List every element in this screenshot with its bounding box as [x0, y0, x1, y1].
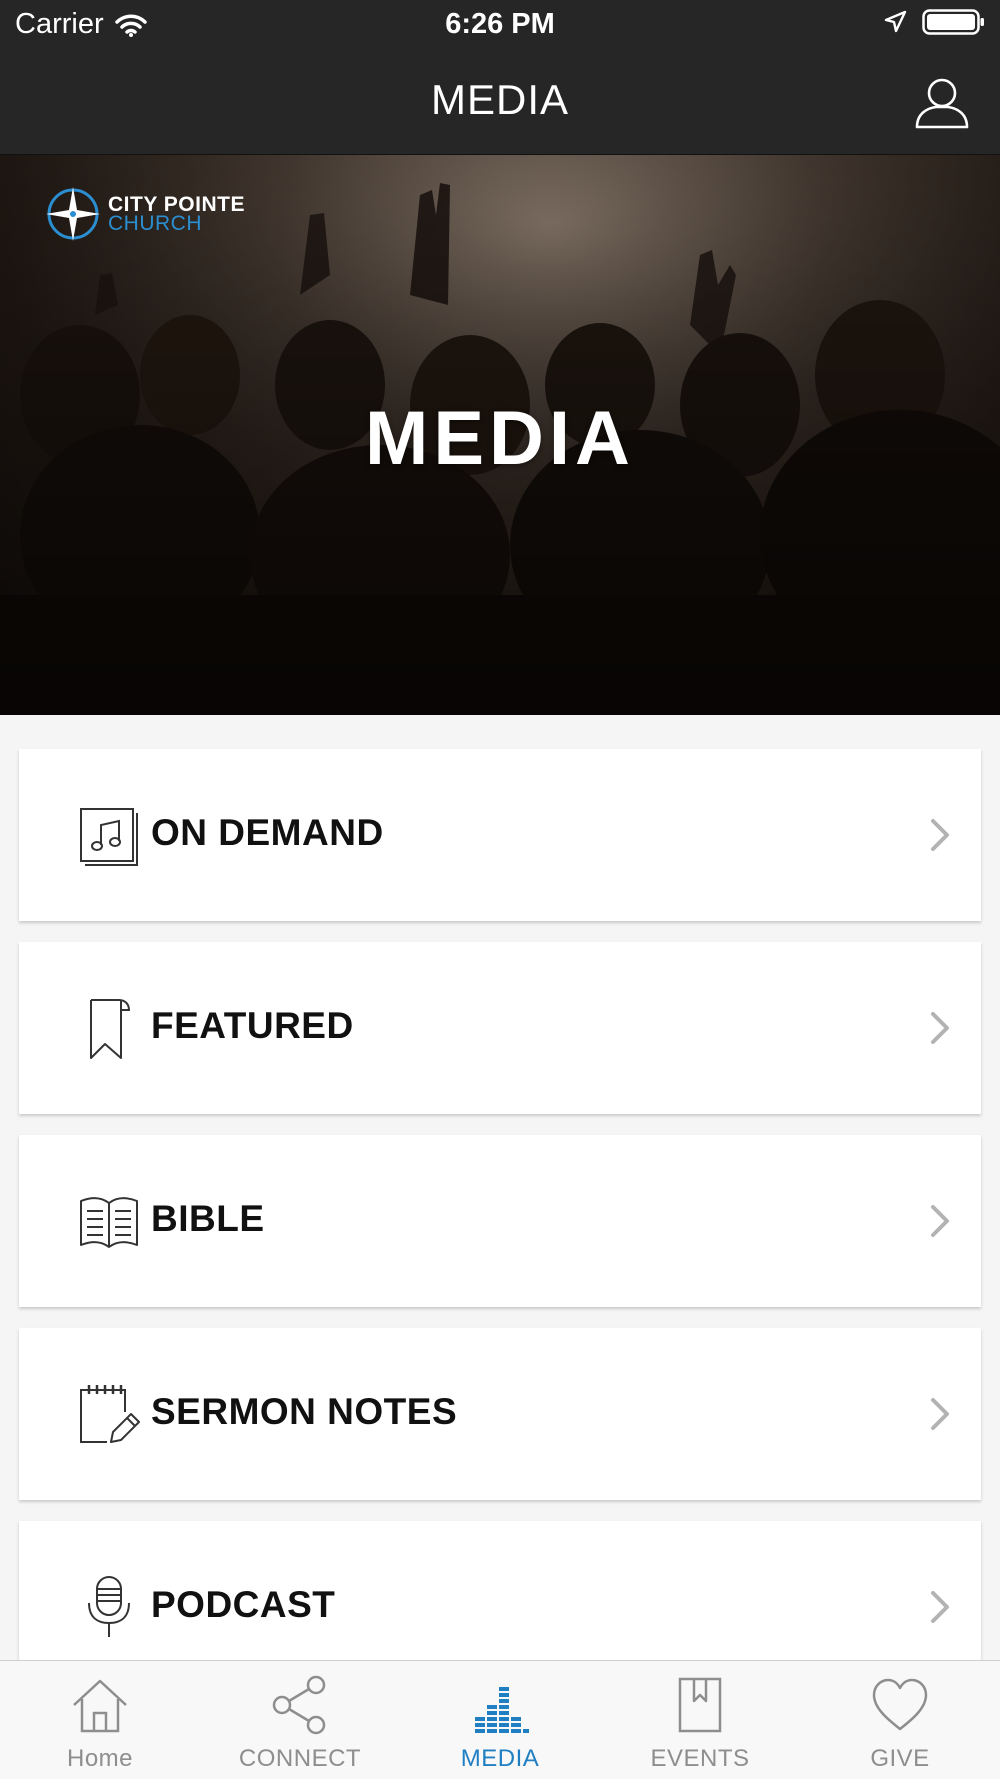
tab-media[interactable]: MEDIA: [400, 1661, 600, 1779]
logo-subname: CHURCH: [108, 212, 202, 235]
music-library-icon: [80, 808, 138, 866]
menu-item-featured[interactable]: FEATURED: [19, 942, 981, 1114]
compass-star-icon: [46, 187, 100, 241]
status-time: 6:26 PM: [445, 8, 555, 40]
chevron-right-icon: [931, 1012, 949, 1044]
equalizer-icon: [475, 1687, 529, 1733]
profile-icon[interactable]: [914, 77, 970, 129]
navigation-bar: MEDIA: [0, 50, 1000, 155]
tab-label: EVENTS: [650, 1745, 750, 1772]
tab-label: CONNECT: [238, 1745, 362, 1772]
microphone-icon: [88, 1576, 130, 1637]
menu-item-on-demand[interactable]: ON DEMAND: [19, 749, 981, 921]
menu-item-label: ON DEMAND: [151, 812, 384, 853]
menu-item-label: SERMON NOTES: [151, 1391, 458, 1432]
tab-home[interactable]: Home: [0, 1661, 200, 1779]
media-menu: ON DEMAND FEATURED BIBLE SERMON NOTES PO…: [0, 715, 1000, 1660]
page-title: MEDIA: [430, 76, 569, 123]
menu-item-label: FEATURED: [151, 1005, 354, 1046]
tab-give[interactable]: GIVE: [800, 1661, 1000, 1779]
chevron-right-icon: [931, 1205, 949, 1237]
chevron-right-icon: [931, 1591, 949, 1623]
chevron-right-icon: [931, 819, 949, 851]
house-icon: [73, 1679, 127, 1733]
menu-item-sermon-notes[interactable]: SERMON NOTES: [19, 1328, 981, 1500]
menu-item-podcast[interactable]: PODCAST: [19, 1521, 981, 1660]
tab-label: Home: [66, 1745, 134, 1772]
tab-label: GIVE: [870, 1745, 930, 1772]
menu-item-label: PODCAST: [151, 1584, 336, 1625]
share-icon: [272, 1675, 326, 1735]
church-logo: CITY POINTE CHURCH: [44, 185, 245, 243]
bookmark-icon: [90, 999, 131, 1059]
hero-title: MEDIA: [365, 396, 635, 481]
bookmark-book-icon: [678, 1677, 722, 1733]
status-bar: Carrier 6:26 PM: [0, 0, 1000, 50]
menu-item-bible[interactable]: BIBLE: [19, 1135, 981, 1307]
logo-text: CITY POINTE CHURCH: [108, 194, 245, 235]
location-arrow-icon: [884, 10, 907, 33]
open-book-icon: [80, 1197, 138, 1248]
status-right: [882, 8, 986, 36]
menu-item-label: BIBLE: [151, 1198, 265, 1239]
tab-label: MEDIA: [460, 1745, 540, 1772]
tab-bar: Home CONNECT MEDIA EVENTS GIVE: [0, 1660, 1000, 1779]
heart-icon: [872, 1678, 928, 1731]
hero-banner: CITY POINTE CHURCH MEDIA: [0, 155, 1000, 715]
battery-icon: [922, 9, 984, 35]
tab-connect[interactable]: CONNECT: [200, 1661, 400, 1779]
tab-events[interactable]: EVENTS: [600, 1661, 800, 1779]
notepad-pencil-icon: [80, 1385, 140, 1443]
chevron-right-icon: [931, 1398, 949, 1430]
